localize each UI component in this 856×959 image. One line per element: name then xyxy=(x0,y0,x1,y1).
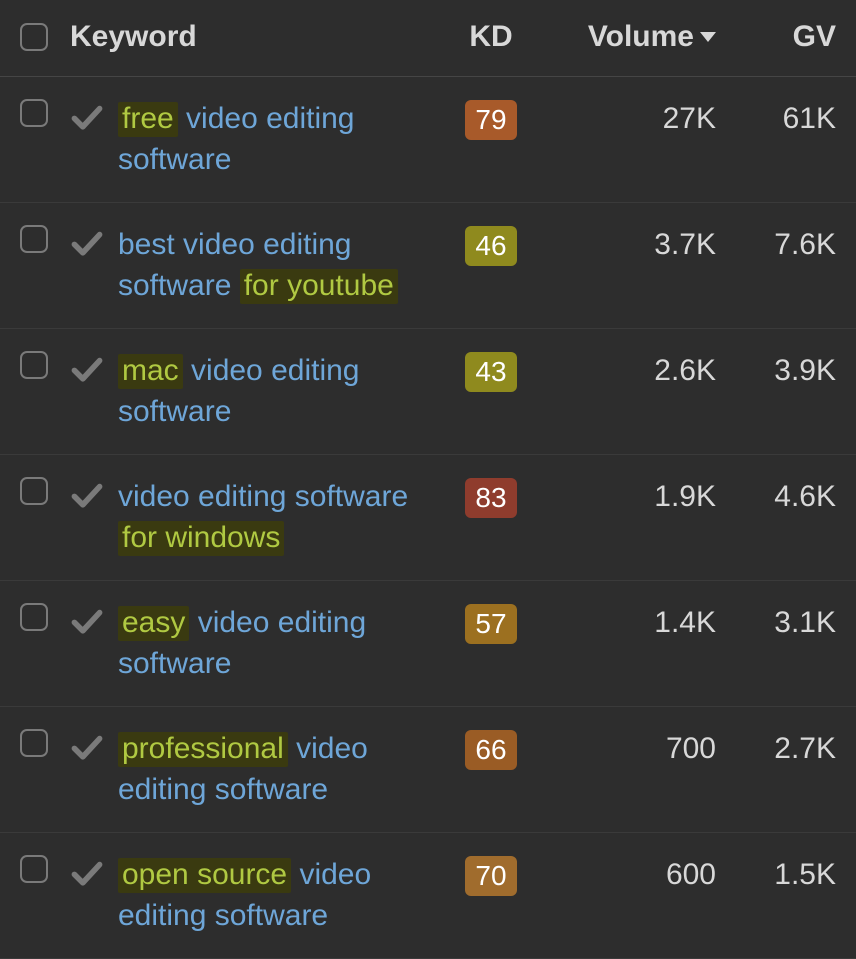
row-status-cell xyxy=(70,729,118,761)
row-select-checkbox[interactable] xyxy=(20,351,48,379)
row-select-checkbox[interactable] xyxy=(20,225,48,253)
column-header-keyword[interactable]: Keyword xyxy=(70,20,446,54)
gv-cell: 1.5K xyxy=(716,855,836,892)
kd-cell: 57 xyxy=(446,603,536,644)
keyword-highlight: professional xyxy=(118,732,288,767)
keyword-text: video editing software xyxy=(118,480,408,513)
volume-cell: 700 xyxy=(536,729,716,766)
row-status-cell xyxy=(70,603,118,635)
gv-cell: 3.1K xyxy=(716,603,836,640)
column-header-kd[interactable]: KD xyxy=(446,20,536,54)
gv-cell: 4.6K xyxy=(716,477,836,514)
keyword-highlight: free xyxy=(118,102,178,137)
table-row: best video editing software for youtube 4… xyxy=(0,203,856,329)
header-checkbox-cell xyxy=(20,23,70,51)
kd-cell: 79 xyxy=(446,99,536,140)
table-body: free video editing software 79 27K61K best … xyxy=(0,77,856,959)
kd-badge: 57 xyxy=(465,604,517,644)
kd-cell: 46 xyxy=(446,225,536,266)
checkmark-icon[interactable] xyxy=(70,859,118,887)
keyword-link[interactable]: video editing software for windows xyxy=(118,477,446,558)
checkmark-icon[interactable] xyxy=(70,355,118,383)
row-checkbox-cell xyxy=(20,603,70,631)
keyword-link[interactable]: free video editing software xyxy=(118,99,446,180)
row-status-cell xyxy=(70,855,118,887)
checkmark-icon[interactable] xyxy=(70,229,118,257)
keyword-highlight: open source xyxy=(118,858,291,893)
row-status-cell xyxy=(70,99,118,131)
row-select-checkbox[interactable] xyxy=(20,729,48,757)
kd-cell: 83 xyxy=(446,477,536,518)
table-row: professional video editing software 66 700… xyxy=(0,707,856,833)
keyword-link[interactable]: open source video editing software xyxy=(118,855,446,936)
keyword-link[interactable]: mac video editing software xyxy=(118,351,446,432)
volume-cell: 2.6K xyxy=(536,351,716,388)
kd-badge: 43 xyxy=(465,352,517,392)
checkmark-icon[interactable] xyxy=(70,733,118,761)
row-select-checkbox[interactable] xyxy=(20,855,48,883)
keyword-highlight: mac xyxy=(118,354,183,389)
gv-cell: 3.9K xyxy=(716,351,836,388)
row-select-checkbox[interactable] xyxy=(20,99,48,127)
table-row: free video editing software 79 27K61K xyxy=(0,77,856,203)
keyword-link[interactable]: professional video editing software xyxy=(118,729,446,810)
volume-cell: 3.7K xyxy=(536,225,716,262)
kd-cell: 43 xyxy=(446,351,536,392)
volume-cell: 1.9K xyxy=(536,477,716,514)
gv-cell: 2.7K xyxy=(716,729,836,766)
row-checkbox-cell xyxy=(20,477,70,505)
row-select-checkbox[interactable] xyxy=(20,477,48,505)
keyword-link[interactable]: easy video editing software xyxy=(118,603,446,684)
select-all-checkbox[interactable] xyxy=(20,23,48,51)
keyword-highlight: for youtube xyxy=(240,269,398,304)
volume-cell: 27K xyxy=(536,99,716,136)
table-row: easy video editing software 57 1.4K3.1K xyxy=(0,581,856,707)
checkmark-icon[interactable] xyxy=(70,607,118,635)
row-status-cell xyxy=(70,351,118,383)
kd-badge: 70 xyxy=(465,856,517,896)
gv-cell: 61K xyxy=(716,99,836,136)
kd-badge: 66 xyxy=(465,730,517,770)
row-select-checkbox[interactable] xyxy=(20,603,48,631)
checkmark-icon[interactable] xyxy=(70,103,118,131)
table-row: open source video editing software 70 6001… xyxy=(0,833,856,959)
volume-cell: 600 xyxy=(536,855,716,892)
row-status-cell xyxy=(70,225,118,257)
column-header-volume-label: Volume xyxy=(588,20,694,54)
column-header-gv[interactable]: GV xyxy=(716,20,836,54)
kd-cell: 70 xyxy=(446,855,536,896)
gv-cell: 7.6K xyxy=(716,225,836,262)
keywords-table: Keyword KD Volume GV free video editing … xyxy=(0,0,856,959)
table-row: video editing software for windows 83 1.9K… xyxy=(0,455,856,581)
row-checkbox-cell xyxy=(20,351,70,379)
row-checkbox-cell xyxy=(20,99,70,127)
kd-badge: 79 xyxy=(465,100,517,140)
checkmark-icon[interactable] xyxy=(70,481,118,509)
table-header-row: Keyword KD Volume GV xyxy=(0,0,856,77)
keyword-highlight: easy xyxy=(118,606,189,641)
sort-desc-icon xyxy=(700,32,716,42)
row-status-cell xyxy=(70,477,118,509)
kd-badge: 83 xyxy=(465,478,517,518)
table-row: mac video editing software 43 2.6K3.9K xyxy=(0,329,856,455)
kd-cell: 66 xyxy=(446,729,536,770)
keyword-link[interactable]: best video editing software for youtube xyxy=(118,225,446,306)
row-checkbox-cell xyxy=(20,855,70,883)
row-checkbox-cell xyxy=(20,225,70,253)
row-checkbox-cell xyxy=(20,729,70,757)
column-header-volume[interactable]: Volume xyxy=(536,20,716,54)
volume-cell: 1.4K xyxy=(536,603,716,640)
kd-badge: 46 xyxy=(465,226,517,266)
keyword-highlight: for windows xyxy=(118,521,284,556)
